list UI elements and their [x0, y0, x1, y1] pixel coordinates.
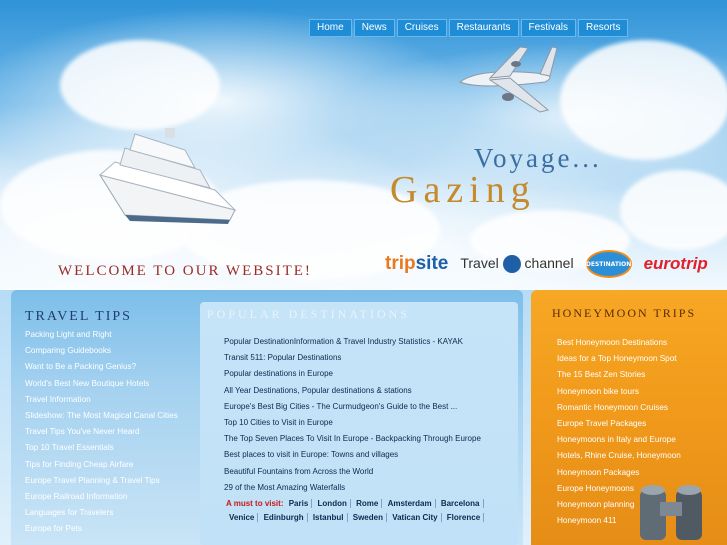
- destination-link[interactable]: 29 of the Most Amazing Waterfalls: [224, 480, 514, 496]
- airplane-image: [458, 46, 558, 113]
- destination-link[interactable]: Top 10 Cities to Visit in Europe: [224, 415, 514, 431]
- city-link[interactable]: Edinburgh: [260, 513, 308, 522]
- honeymoon-trips-title: HONEYMOON TRIPS: [552, 306, 697, 320]
- logo-line-gazing: Gazing: [390, 169, 536, 211]
- honeymoon-link[interactable]: The 15 Best Zen Stories: [557, 367, 717, 383]
- destination-link[interactable]: Europe's Best Big Cities - The Curmudgeo…: [224, 399, 514, 415]
- nav-home[interactable]: Home: [309, 19, 352, 37]
- popular-destinations-list: Popular DestinationInformation & Travel …: [224, 334, 514, 496]
- travel-tip-link[interactable]: Slideshow: The Most Magical Canal Cities: [25, 408, 195, 424]
- city-link[interactable]: Venice: [226, 513, 259, 522]
- travel-tip-link[interactable]: Comparing Guidebooks: [25, 343, 195, 359]
- city-link[interactable]: Vatican City: [389, 513, 442, 522]
- city-link[interactable]: Amsterdam: [384, 499, 436, 508]
- eurotrip-logo[interactable]: eurotrip: [644, 254, 708, 274]
- destination-link[interactable]: Best places to visit in Europe: Towns an…: [224, 447, 514, 463]
- cruise-ship-image: [98, 128, 237, 224]
- travel-tip-link[interactable]: Want to Be a Packing Genius?: [25, 359, 195, 375]
- travel-tip-link[interactable]: Europe Railroad Information: [25, 489, 195, 505]
- cloud: [60, 40, 220, 130]
- nav-news[interactable]: News: [353, 19, 395, 37]
- tripsite-logo[interactable]: tripsite: [385, 253, 448, 275]
- travel-tip-link[interactable]: Europe for Pets: [25, 521, 195, 537]
- city-link[interactable]: Rome: [353, 499, 383, 508]
- popular-destinations-title: POPULAR DESTINATIONS: [207, 307, 411, 321]
- travel-tips-title: TRAVEL TIPS: [25, 309, 132, 324]
- honeymoon-link[interactable]: Ideas for a Top Honeymoon Spot: [557, 351, 717, 367]
- destination-link[interactable]: Transit 511: Popular Destinations: [224, 350, 514, 366]
- travel-tip-link[interactable]: Europe Travel Planning & Travel Tips: [25, 473, 195, 489]
- honeymoon-link[interactable]: Honeymoons in Italy and Europe: [557, 432, 717, 448]
- destination-link[interactable]: Popular DestinationInformation & Travel …: [224, 334, 514, 350]
- city-link[interactable]: Paris: [285, 499, 313, 508]
- city-link[interactable]: London: [314, 499, 351, 508]
- top-navigation: Home News Cruises Restaurants Festivals …: [309, 19, 629, 37]
- travel-tip-link[interactable]: Travel Information: [25, 392, 195, 408]
- nav-resorts[interactable]: Resorts: [577, 19, 629, 37]
- destination-link[interactable]: Beautiful Fountains from Across the Worl…: [224, 464, 514, 480]
- city-link[interactable]: Sweden: [349, 513, 387, 522]
- nav-restaurants[interactable]: Restaurants: [448, 19, 519, 37]
- binoculars-image: [640, 485, 702, 540]
- destination-link[interactable]: Popular destinations in Europe: [224, 366, 514, 382]
- city-link[interactable]: Istanbul: [309, 513, 348, 522]
- honeymoon-link[interactable]: Honeymoon Packages: [557, 465, 717, 481]
- partner-logos: tripsite Travel channel DESTINATION euro…: [385, 250, 708, 278]
- city-link[interactable]: Florence: [443, 513, 485, 522]
- must-visit-label: A must to visit:: [226, 499, 284, 508]
- travel-tips-list: Packing Light and Right Comparing Guidebo…: [25, 327, 195, 537]
- honeymoon-link[interactable]: Europe Travel Packages: [557, 416, 717, 432]
- honeymoon-link[interactable]: Best Honeymoon Destinations: [557, 335, 717, 351]
- travel-tip-link[interactable]: Travel Tips You've Never Heard: [25, 424, 195, 440]
- honeymoon-link[interactable]: Romantic Honeymoon Cruises: [557, 400, 717, 416]
- honeymoon-link[interactable]: Honeymoon bike tours: [557, 384, 717, 400]
- must-visit-cities: A must to visit: Paris London Rome Amste…: [226, 497, 516, 525]
- destination-link[interactable]: The Top Seven Places To Visit In Europe …: [224, 431, 514, 447]
- destination-logo[interactable]: DESTINATION: [585, 250, 632, 278]
- welcome-heading: WELCOME TO OUR WEBSITE!: [58, 263, 312, 279]
- nav-cruises[interactable]: Cruises: [396, 19, 447, 37]
- honeymoon-link[interactable]: Hotels, Rhine Cruise, Honeymoon: [557, 448, 717, 464]
- travel-tip-link[interactable]: Languages for Travelers: [25, 505, 195, 521]
- nav-festivals[interactable]: Festivals: [520, 19, 576, 37]
- travel-tip-link[interactable]: World's Best New Boutique Hotels: [25, 376, 195, 392]
- site-logo[interactable]: Voyage... Gazing: [388, 143, 658, 211]
- travel-tip-link[interactable]: Tips for Finding Cheap Airfare: [25, 457, 195, 473]
- cloud: [560, 40, 727, 160]
- destination-link[interactable]: All Year Destinations, Popular destinati…: [224, 383, 514, 399]
- travel-tip-link[interactable]: Packing Light and Right: [25, 327, 195, 343]
- travel-tip-link[interactable]: Top 10 Travel Essentials: [25, 440, 195, 456]
- travel-channel-logo[interactable]: Travel channel: [460, 255, 574, 274]
- city-link[interactable]: Barcelona: [437, 499, 484, 508]
